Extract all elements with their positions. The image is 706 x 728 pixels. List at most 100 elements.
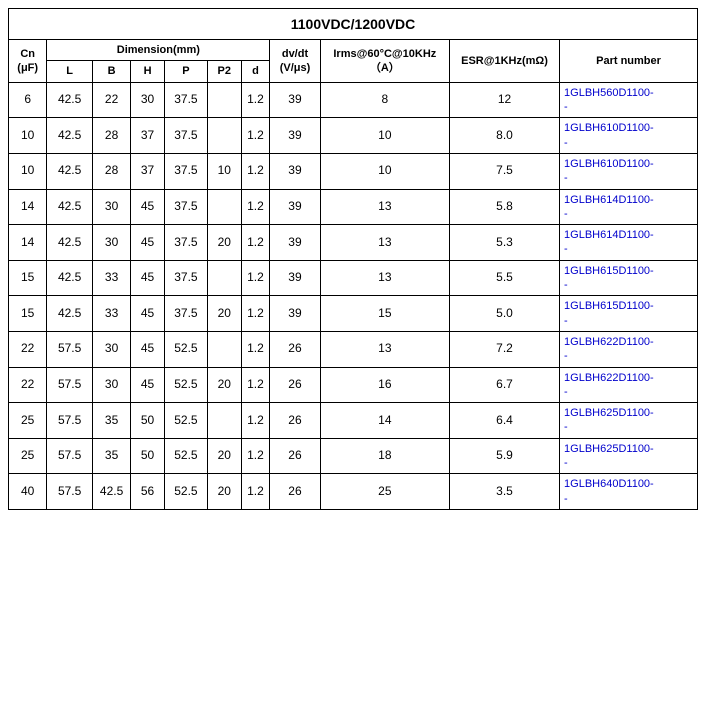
cell-d: 1.2 [241, 331, 270, 367]
cell-dvdt: 26 [270, 367, 320, 403]
cell-irms: 13 [320, 225, 449, 261]
cell-part: 1GLBH610D1100- - [560, 118, 698, 154]
cell-P2: 20 [207, 225, 241, 261]
cell-cn: 15 [9, 260, 47, 296]
cell-H: 50 [131, 403, 165, 439]
cell-L: 57.5 [47, 403, 93, 439]
cell-H: 37 [131, 153, 165, 189]
cell-B: 33 [92, 296, 130, 332]
cell-esr: 7.5 [450, 153, 560, 189]
cell-P2 [207, 189, 241, 225]
cell-dvdt: 26 [270, 474, 320, 510]
header-cn: Cn (μF) [9, 40, 47, 83]
cell-cn: 22 [9, 367, 47, 403]
cell-cn: 25 [9, 438, 47, 474]
cell-B: 30 [92, 331, 130, 367]
cell-esr: 12 [450, 82, 560, 118]
cell-irms: 13 [320, 189, 449, 225]
sub-header-H: H [131, 61, 165, 82]
cell-d: 1.2 [241, 403, 270, 439]
cell-P: 37.5 [164, 225, 207, 261]
cell-P2 [207, 331, 241, 367]
main-table: 1100VDC/1200VDC Cn (μF) Dimension(mm) dv… [8, 8, 698, 510]
title-row: 1100VDC/1200VDC [9, 9, 698, 40]
cell-cn: 14 [9, 189, 47, 225]
cell-H: 30 [131, 82, 165, 118]
cell-H: 56 [131, 474, 165, 510]
cell-P: 37.5 [164, 189, 207, 225]
cell-H: 37 [131, 118, 165, 154]
cell-d: 1.2 [241, 153, 270, 189]
cell-dvdt: 26 [270, 331, 320, 367]
cell-part: 1GLBH560D1100- - [560, 82, 698, 118]
cell-B: 35 [92, 403, 130, 439]
cell-dvdt: 26 [270, 403, 320, 439]
cell-d: 1.2 [241, 82, 270, 118]
cell-B: 30 [92, 367, 130, 403]
cell-esr: 5.3 [450, 225, 560, 261]
cell-B: 28 [92, 118, 130, 154]
cell-B: 33 [92, 260, 130, 296]
cell-dvdt: 39 [270, 189, 320, 225]
table-row: 2257.5304552.5201.226166.71GLBH622D1100-… [9, 367, 698, 403]
cell-d: 1.2 [241, 367, 270, 403]
cell-B: 28 [92, 153, 130, 189]
table-row: 642.5223037.51.2398121GLBH560D1100- - [9, 82, 698, 118]
cell-dvdt: 39 [270, 260, 320, 296]
cell-L: 42.5 [47, 153, 93, 189]
cell-d: 1.2 [241, 225, 270, 261]
cell-L: 42.5 [47, 225, 93, 261]
cell-P2: 20 [207, 296, 241, 332]
cell-irms: 15 [320, 296, 449, 332]
cell-P: 52.5 [164, 474, 207, 510]
cell-L: 42.5 [47, 260, 93, 296]
table-row: 1442.5304537.51.239135.81GLBH614D1100- - [9, 189, 698, 225]
cell-esr: 3.5 [450, 474, 560, 510]
cell-P: 52.5 [164, 331, 207, 367]
cell-H: 45 [131, 331, 165, 367]
cell-L: 42.5 [47, 189, 93, 225]
table-row: 1042.5283737.5101.239107.51GLBH610D1100-… [9, 153, 698, 189]
cell-H: 50 [131, 438, 165, 474]
cell-dvdt: 26 [270, 438, 320, 474]
cell-cn: 15 [9, 296, 47, 332]
cell-P2 [207, 260, 241, 296]
table-row: 2257.5304552.51.226137.21GLBH622D1100- - [9, 331, 698, 367]
sub-header-B: B [92, 61, 130, 82]
cell-cn: 6 [9, 82, 47, 118]
sub-header-P2: P2 [207, 61, 241, 82]
header-part-number: Part number [560, 40, 698, 83]
cell-L: 57.5 [47, 331, 93, 367]
cell-P: 37.5 [164, 260, 207, 296]
table-row: 2557.5355052.5201.226185.91GLBH625D1100-… [9, 438, 698, 474]
cell-d: 1.2 [241, 296, 270, 332]
cell-part: 1GLBH614D1100- - [560, 225, 698, 261]
cell-cn: 10 [9, 118, 47, 154]
cell-P2: 20 [207, 367, 241, 403]
header-row: Cn (μF) Dimension(mm) dv/dt (V/μs) Irms@… [9, 40, 698, 61]
cell-dvdt: 39 [270, 118, 320, 154]
cell-H: 45 [131, 189, 165, 225]
table-row: 1542.5334537.5201.239155.01GLBH615D1100-… [9, 296, 698, 332]
cell-B: 35 [92, 438, 130, 474]
table-row: 4057.542.55652.5201.226253.51GLBH640D110… [9, 474, 698, 510]
cell-irms: 8 [320, 82, 449, 118]
table-row: 2557.5355052.51.226146.41GLBH625D1100- - [9, 403, 698, 439]
sub-header-d: d [241, 61, 270, 82]
cell-L: 57.5 [47, 367, 93, 403]
cell-part: 1GLBH625D1100- - [560, 403, 698, 439]
cell-irms: 14 [320, 403, 449, 439]
table-row: 1042.5283737.51.239108.01GLBH610D1100- - [9, 118, 698, 154]
cell-d: 1.2 [241, 474, 270, 510]
table-wrapper: 1100VDC/1200VDC Cn (μF) Dimension(mm) dv… [0, 0, 706, 518]
cell-part: 1GLBH640D1100- - [560, 474, 698, 510]
sub-header-P: P [164, 61, 207, 82]
cell-P: 37.5 [164, 118, 207, 154]
cell-P2 [207, 403, 241, 439]
cell-d: 1.2 [241, 260, 270, 296]
cell-d: 1.2 [241, 438, 270, 474]
cell-part: 1GLBH622D1100- - [560, 367, 698, 403]
cell-esr: 6.4 [450, 403, 560, 439]
cell-B: 22 [92, 82, 130, 118]
cell-esr: 5.8 [450, 189, 560, 225]
